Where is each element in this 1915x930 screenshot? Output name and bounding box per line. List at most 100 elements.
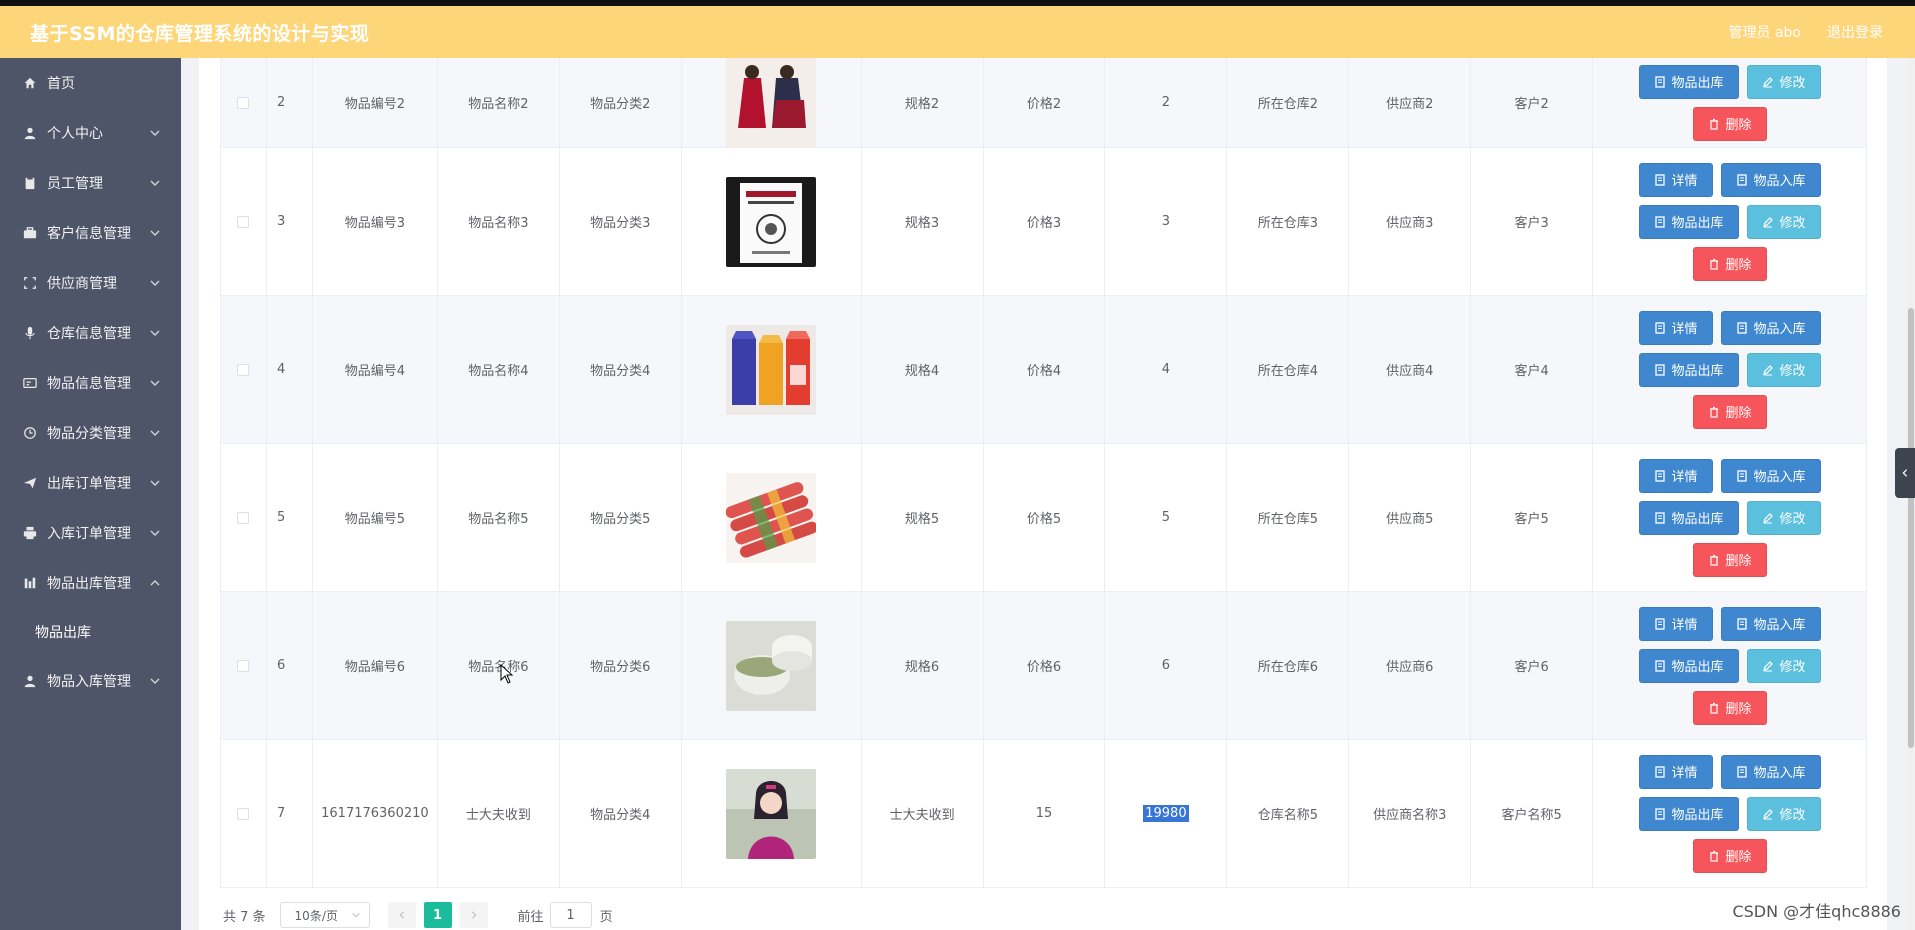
edit-button[interactable]: 修改 [1746,796,1821,831]
table-cell: 客户6 [1471,592,1594,739]
printer-icon [22,525,38,541]
stock-in-button[interactable]: 物品入库 [1720,310,1821,345]
app-title: 基于SSM的仓库管理系统的设计与实现 [30,22,370,45]
item-thumbnail[interactable] [726,324,817,415]
sidebar-item-home[interactable]: 首页 [0,58,181,108]
goods-table: 2 物品编号2 物品名称2 物品分类2 规格2 价格2 2 所在仓库2 供应商2 客户2 物品出库修… [220,57,1867,888]
cell-supplier: 供应商5 [1386,512,1434,527]
sidebar-item-suppliers[interactable]: 供应商管理 [0,258,181,308]
row-actions: 详情 物品入库物品出库 修改删除 [1593,296,1867,443]
goto-page-input[interactable] [549,902,592,928]
detail-button[interactable]: 详情 [1638,162,1713,197]
table-cell: 物品分类2 [560,58,682,147]
delete-button[interactable]: 删除 [1692,690,1767,725]
detail-button[interactable]: 详情 [1638,754,1713,789]
cell-supplier: 供应商6 [1386,660,1434,675]
table-cell: 4 [267,296,313,443]
trash-icon [1708,850,1720,862]
detail-button[interactable]: 详情 [1638,310,1713,345]
delete-button[interactable]: 删除 [1692,838,1767,873]
item-thumbnail[interactable] [726,176,817,267]
item-thumbnail[interactable] [726,472,817,563]
chevron-down-icon [150,678,160,684]
table-row[interactable]: 2 物品编号2 物品名称2 物品分类2 规格2 价格2 2 所在仓库2 供应商2 客户2 物品出库修… [221,57,1867,148]
cell-price: 15 [1035,806,1053,821]
row-checkbox[interactable] [237,363,250,376]
user-icon [22,673,38,689]
table-cell [682,592,862,739]
sidebar-subitem-goods-outbound[interactable]: 物品出库 [0,608,181,656]
sidebar-item-customers[interactable]: 客户信息管理 [0,208,181,258]
item-thumbnail[interactable] [726,620,817,711]
cell-warehouse: 所在仓库2 [1257,97,1318,112]
table-row[interactable]: 4 物品编号4 物品名称4 物品分类4 规格4 价格4 4 所在仓库4 供应商4 客户4 详情 物品入… [221,296,1867,444]
sidebar-item-goods[interactable]: 物品信息管理 [0,358,181,408]
table-cell: 2 [267,58,313,147]
stock-out-button[interactable]: 物品出库 [1638,648,1739,683]
sidebar-item-profile[interactable]: 个人中心 [0,108,181,158]
sidebar-item-staff[interactable]: 员工管理 [0,158,181,208]
row-checkbox[interactable] [237,96,250,109]
stock-in-button[interactable]: 物品入库 [1720,162,1821,197]
sidebar-item-warehouses[interactable]: 仓库信息管理 [0,308,181,358]
stock-out-button[interactable]: 物品出库 [1638,64,1739,99]
edit-button[interactable]: 修改 [1746,64,1821,99]
edit-button[interactable]: 修改 [1746,204,1821,239]
document-icon [1654,617,1666,630]
collapse-panel-toggle[interactable] [1895,448,1915,498]
table-row[interactable]: 7 1617176360210 士大夫收到 物品分类4 士大夫收到 15 19980 仓库名称… [221,740,1867,888]
sidebar-item-categories[interactable]: 物品分类管理 [0,408,181,458]
row-checkbox[interactable] [237,807,250,820]
cell-price: 价格4 [1026,364,1062,379]
prev-page-button[interactable] [387,902,416,928]
delete-button[interactable]: 删除 [1692,394,1767,429]
chevron-down-icon [150,330,160,336]
table-row[interactable]: 6 物品编号6 物品名称6 物品分类6 规格6 价格6 6 所在仓库6 供应商6 客户6 详情 物品入… [221,592,1867,740]
next-page-button[interactable] [459,902,488,928]
page-size-select[interactable]: 10条/页 [279,902,370,928]
cell-item-code: 物品编号2 [344,97,406,112]
logout-link[interactable]: 退出登录 [1827,22,1883,42]
delete-button[interactable]: 删除 [1692,542,1767,577]
chevron-down-icon [150,280,160,286]
row-checkbox[interactable] [237,215,250,228]
edit-button[interactable]: 修改 [1746,352,1821,387]
table-row[interactable]: 5 物品编号5 物品名称5 物品分类5 规格5 价格5 5 所在仓库5 供应商5 客户5 详情 物品入… [221,444,1867,592]
edit-button[interactable]: 修改 [1746,648,1821,683]
document-icon [1736,173,1748,186]
stock-in-button[interactable]: 物品入库 [1720,754,1821,789]
table-cell: 价格3 [984,148,1106,295]
row-checkbox[interactable] [237,511,250,524]
table-cell: 客户4 [1471,296,1594,443]
stock-in-button[interactable]: 物品入库 [1720,606,1821,641]
sidebar-item-goods-outbound[interactable]: 物品出库管理 [0,558,181,608]
item-thumbnail[interactable] [726,768,817,859]
current-user[interactable]: 管理员 abo [1729,22,1801,42]
delete-button[interactable]: 删除 [1692,246,1767,281]
delete-button[interactable]: 删除 [1692,106,1767,141]
chevron-down-icon [150,230,160,236]
cell-category: 物品分类5 [590,512,651,527]
edit-button[interactable]: 修改 [1746,500,1821,535]
item-thumbnail[interactable] [726,57,817,148]
scrollbar-thumb[interactable] [1908,308,1914,748]
stock-in-button[interactable]: 物品入库 [1720,458,1821,493]
table-cell [221,444,267,591]
table-row[interactable]: 3 物品编号3 物品名称3 物品分类3 规格3 价格3 3 所在仓库3 供应商3 客户3 详情 物品入… [221,148,1867,296]
detail-button[interactable]: 详情 [1638,606,1713,641]
edit-icon [1762,364,1774,376]
cell-customer: 客户3 [1514,216,1549,231]
cell-quantity: 5 [1161,510,1171,525]
row-checkbox[interactable] [237,659,250,672]
detail-button[interactable]: 详情 [1638,458,1713,493]
stock-out-button[interactable]: 物品出库 [1638,204,1739,239]
trash-icon [1708,554,1720,566]
stock-out-button[interactable]: 物品出库 [1638,500,1739,535]
page-number-current[interactable]: 1 [423,902,452,928]
sidebar-item-inbound-orders[interactable]: 入库订单管理 [0,508,181,558]
sidebar-item-outbound-orders[interactable]: 出库订单管理 [0,458,181,508]
sidebar-item-goods-inbound[interactable]: 物品入库管理 [0,656,181,706]
stock-out-button[interactable]: 物品出库 [1638,352,1739,387]
bars-icon [22,575,38,591]
stock-out-button[interactable]: 物品出库 [1638,796,1739,831]
